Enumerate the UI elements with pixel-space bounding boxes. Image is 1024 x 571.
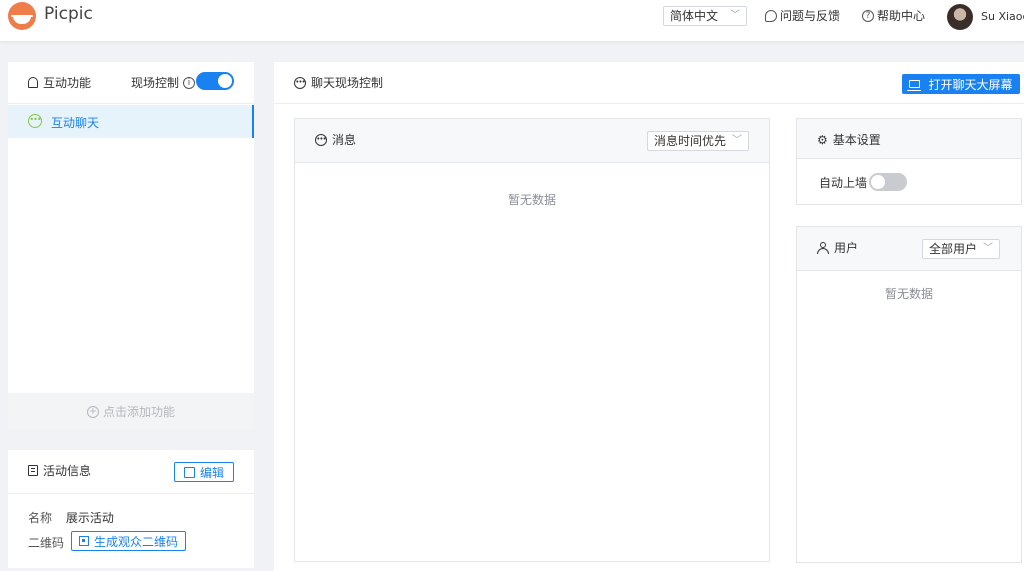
chat-live-control-label: 聊天现场控制: [311, 76, 384, 90]
activity-info-card: 活动信息 编辑 名称 展示活动 二维码 生成观众二维码: [8, 450, 254, 568]
live-control-label: 现场控制: [131, 76, 180, 90]
live-control-toggle[interactable]: [196, 72, 234, 90]
sidebar-item-interactive-chat[interactable]: ••• 互动聊天: [8, 105, 254, 138]
bell-icon: [28, 77, 38, 88]
message-sort-select[interactable]: 消息时间优先 ﹀: [647, 131, 749, 151]
feedback-link[interactable]: 问题与反馈: [765, 7, 840, 24]
interactive-functions-title: 互动功能: [28, 74, 91, 91]
top-bar: Picpic 简体中文 ﹀ 问题与反馈 ? 帮助中心 Su Xiaoc: [0, 0, 1024, 42]
users-header: 用户 全部用户 ﹀: [797, 227, 1021, 271]
message-sort-value: 消息时间优先: [654, 134, 727, 148]
laptop-icon: [907, 80, 922, 91]
auto-wall-toggle[interactable]: [869, 173, 907, 191]
plus-circle-icon: +: [86, 405, 99, 418]
user-filter-value: 全部用户: [929, 242, 978, 256]
generate-qr-label: 生成观众二维码: [93, 534, 178, 549]
comment-icon: [765, 9, 777, 22]
help-center-link[interactable]: ? 帮助中心: [862, 7, 925, 24]
chevron-down-icon: ﹀: [732, 135, 742, 146]
edit-label: 编辑: [199, 465, 224, 480]
live-control: 现场控制 i: [131, 74, 196, 91]
user-icon: [817, 241, 829, 254]
add-function-button[interactable]: + 点击添加功能: [8, 393, 254, 430]
activity-name-row: 名称 展示活动: [28, 509, 114, 526]
add-function-label: 点击添加功能: [102, 405, 175, 419]
messages-panel: ••• 消息 消息时间优先 ﹀ 暂无数据: [294, 118, 770, 562]
interactive-functions-label: 互动功能: [43, 76, 92, 90]
basic-settings-panel: ⚙ 基本设置 自动上墙: [796, 118, 1022, 205]
qr-code-key: 二维码: [28, 536, 65, 550]
brand-name[interactable]: Picpic: [44, 4, 93, 24]
interactive-functions-card: 互动功能 现场控制 i ••• 互动聊天 + 点击添加功能: [8, 62, 254, 430]
edit-button[interactable]: 编辑: [174, 462, 234, 482]
chevron-down-icon: ﹀: [730, 10, 740, 21]
basic-settings-title: ⚙ 基本设置: [817, 131, 881, 148]
chat-bubble-icon: •••: [294, 76, 306, 89]
feedback-label: 问题与反馈: [780, 9, 841, 23]
gear-icon: ⚙: [817, 132, 828, 147]
messages-title: ••• 消息: [315, 131, 356, 148]
sidebar-item-label: 互动聊天: [51, 116, 100, 130]
users-title: 用户: [817, 239, 858, 256]
generate-qr-button[interactable]: 生成观众二维码: [71, 531, 186, 551]
messages-empty-state: 暂无数据: [507, 193, 556, 207]
qr-code-icon: [78, 536, 89, 546]
picpic-logo[interactable]: [8, 2, 36, 30]
language-value: 简体中文: [670, 9, 719, 23]
users-label: 用户: [834, 241, 859, 255]
help-label: 帮助中心: [877, 9, 926, 23]
interactive-functions-header: 互动功能 现场控制 i: [8, 62, 254, 104]
open-big-screen-button[interactable]: 打开聊天大屏幕: [902, 74, 1020, 94]
qr-code-row: 二维码: [28, 534, 64, 551]
user-name[interactable]: Su Xiaoc: [981, 10, 1024, 23]
basic-settings-header: ⚙ 基本设置: [797, 119, 1021, 159]
open-big-screen-label: 打开聊天大屏幕: [928, 77, 1013, 92]
activity-info-label: 活动信息: [43, 464, 92, 478]
chevron-down-icon: ﹀: [983, 243, 993, 254]
auto-wall-label: 自动上墙: [819, 176, 868, 190]
info-icon[interactable]: i: [183, 76, 196, 89]
messages-label: 消息: [332, 133, 357, 147]
chat-live-control-title: ••• 聊天现场控制: [294, 74, 383, 91]
avatar[interactable]: [947, 4, 973, 30]
activity-info-header: 活动信息 编辑: [8, 450, 254, 494]
language-select[interactable]: 简体中文 ﹀: [663, 6, 747, 26]
chat-live-control-panel: ••• 聊天现场控制 打开聊天大屏幕 ••• 消息 消息时间优先 ﹀ 暂无数据 …: [274, 62, 1024, 571]
document-icon: [28, 465, 38, 476]
chat-live-control-header: ••• 聊天现场控制 打开聊天大屏幕: [274, 62, 1024, 104]
activity-info-title: 活动信息: [28, 462, 91, 479]
messages-header: ••• 消息 消息时间优先 ﹀: [295, 119, 769, 163]
question-icon: ?: [862, 9, 874, 22]
user-filter-select[interactable]: 全部用户 ﹀: [922, 239, 1000, 259]
users-panel: 用户 全部用户 ﹀ 暂无数据: [796, 226, 1022, 563]
basic-settings-label: 基本设置: [832, 133, 881, 147]
chat-icon: •••: [28, 114, 42, 128]
edit-icon: [183, 466, 195, 478]
users-empty-state: 暂无数据: [884, 287, 933, 301]
activity-name-value: 展示活动: [65, 511, 114, 525]
message-icon: •••: [315, 133, 327, 146]
activity-name-key: 名称: [28, 511, 53, 525]
